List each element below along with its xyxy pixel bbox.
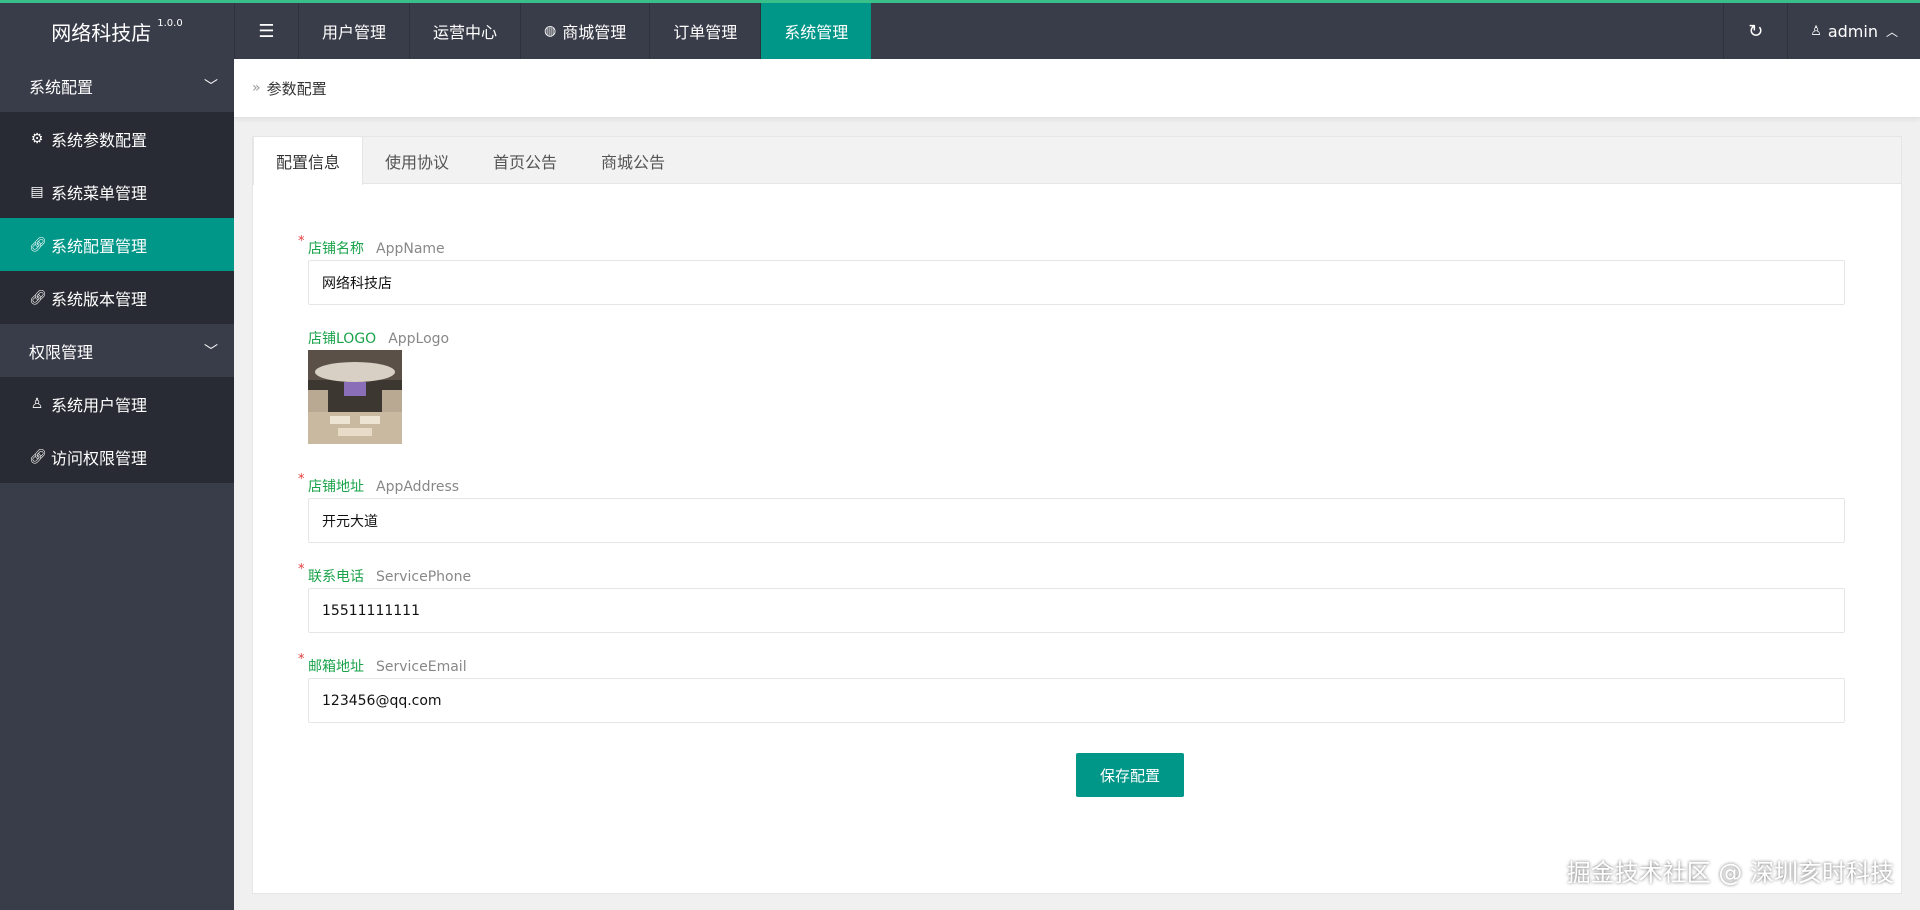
app-logo-label: 店铺LOGO AppLogo bbox=[308, 331, 450, 347]
nav-item-system[interactable]: 系统管理 bbox=[760, 3, 872, 59]
window-icon: ▤ bbox=[30, 183, 44, 200]
user-name: admin bbox=[1827, 21, 1878, 41]
breadcrumb: » 参数配置 bbox=[234, 59, 1920, 118]
user-icon: ♙ bbox=[30, 395, 44, 412]
sidebar: 系统配置 ﹀ ⚙ 系统参数配置 ▤ 系统菜单管理 🔗︎ 系统配置管理 🔗︎ 系统… bbox=[0, 59, 234, 910]
required-marker: * bbox=[298, 562, 305, 577]
double-chevron-right-icon: » bbox=[252, 80, 261, 96]
watermark: 掘金技术社区 @ 深圳亥时科技 bbox=[1566, 859, 1894, 887]
sidebar-item-access-permissions[interactable]: 🔗︎ 访问权限管理 bbox=[0, 430, 234, 483]
nav-item-mall[interactable]: ◍ 商城管理 bbox=[520, 3, 649, 59]
hamburger-icon: ☰ bbox=[258, 20, 275, 42]
link-icon: 🔗︎ bbox=[29, 236, 47, 253]
main-content: » 参数配置 配置信息 使用协议 首页公告 商城公告 * 店铺名称 AppNam… bbox=[234, 59, 1920, 910]
app-name-input[interactable] bbox=[308, 260, 1845, 305]
sidebar-group-permissions[interactable]: 权限管理 ﹀ bbox=[0, 324, 234, 377]
chevron-up-icon: ︿ bbox=[1885, 24, 1898, 39]
required-marker: * bbox=[298, 234, 305, 249]
top-right-actions: ↻ ♙ admin ︿ bbox=[1723, 3, 1920, 59]
sidebar-item-system-version[interactable]: 🔗︎ 系统版本管理 bbox=[0, 271, 234, 324]
service-email-label: * 邮箱地址 ServiceEmail bbox=[298, 652, 467, 675]
service-phone-label: * 联系电话 ServicePhone bbox=[298, 562, 472, 585]
top-bar: 网络科技店 1.0.0 ☰ 用户管理 运营中心 ◍ 商城管理 订单管理 系统管理 … bbox=[0, 0, 1920, 59]
required-marker: * bbox=[298, 652, 305, 667]
tab-home-notice[interactable]: 首页公告 bbox=[471, 137, 579, 184]
nav-item-users[interactable]: 用户管理 bbox=[298, 3, 409, 59]
app-name-label: * 店铺名称 AppName bbox=[298, 234, 445, 257]
tab-config-info[interactable]: 配置信息 bbox=[253, 137, 364, 185]
user-icon: ♙ bbox=[1810, 23, 1822, 39]
sidebar-item-system-menu[interactable]: ▤ 系统菜单管理 bbox=[0, 165, 234, 218]
tab-mall-notice[interactable]: 商城公告 bbox=[579, 137, 687, 184]
app-logo-image[interactable] bbox=[308, 350, 402, 444]
nav-item-orders[interactable]: 订单管理 bbox=[649, 3, 760, 59]
globe-icon: ◍ bbox=[544, 23, 557, 39]
refresh-icon: ↻ bbox=[1748, 20, 1764, 42]
chevron-down-icon: ﹀ bbox=[204, 78, 218, 95]
save-config-button[interactable]: 保存配置 bbox=[1076, 753, 1184, 797]
service-email-input[interactable] bbox=[308, 678, 1845, 723]
link-icon: 🔗︎ bbox=[29, 289, 47, 306]
tab-usage-agreement[interactable]: 使用协议 bbox=[363, 137, 471, 184]
refresh-button[interactable]: ↻ bbox=[1723, 3, 1787, 59]
nav-item-operations[interactable]: 运营中心 bbox=[409, 3, 520, 59]
menu-toggle-button[interactable]: ☰ bbox=[234, 3, 298, 59]
app-address-label: * 店铺地址 AppAddress bbox=[298, 472, 460, 495]
app-address-input[interactable] bbox=[308, 498, 1845, 543]
top-nav: ☰ 用户管理 运营中心 ◍ 商城管理 订单管理 系统管理 bbox=[234, 3, 872, 59]
brand: 网络科技店 1.0.0 bbox=[0, 3, 234, 59]
link-icon: 🔗︎ bbox=[29, 448, 47, 465]
gear-icon: ⚙ bbox=[30, 130, 44, 147]
breadcrumb-current: 参数配置 bbox=[266, 79, 327, 98]
sidebar-item-system-config[interactable]: 🔗︎ 系统配置管理 bbox=[0, 218, 234, 271]
brand-name: 网络科技店 bbox=[51, 20, 152, 45]
service-phone-input[interactable] bbox=[308, 588, 1845, 633]
sidebar-item-system-users[interactable]: ♙ 系统用户管理 bbox=[0, 377, 234, 430]
config-card: 配置信息 使用协议 首页公告 商城公告 * 店铺名称 AppName 店铺LOG… bbox=[252, 136, 1902, 894]
sidebar-item-system-params[interactable]: ⚙ 系统参数配置 bbox=[0, 112, 234, 165]
sidebar-group-system-config[interactable]: 系统配置 ﹀ bbox=[0, 59, 234, 112]
user-menu[interactable]: ♙ admin ︿ bbox=[1787, 3, 1920, 59]
tab-bar: 配置信息 使用协议 首页公告 商城公告 bbox=[253, 137, 1901, 185]
required-marker: * bbox=[298, 472, 305, 487]
chevron-down-icon: ﹀ bbox=[204, 343, 218, 360]
brand-version: 1.0.0 bbox=[157, 17, 183, 29]
